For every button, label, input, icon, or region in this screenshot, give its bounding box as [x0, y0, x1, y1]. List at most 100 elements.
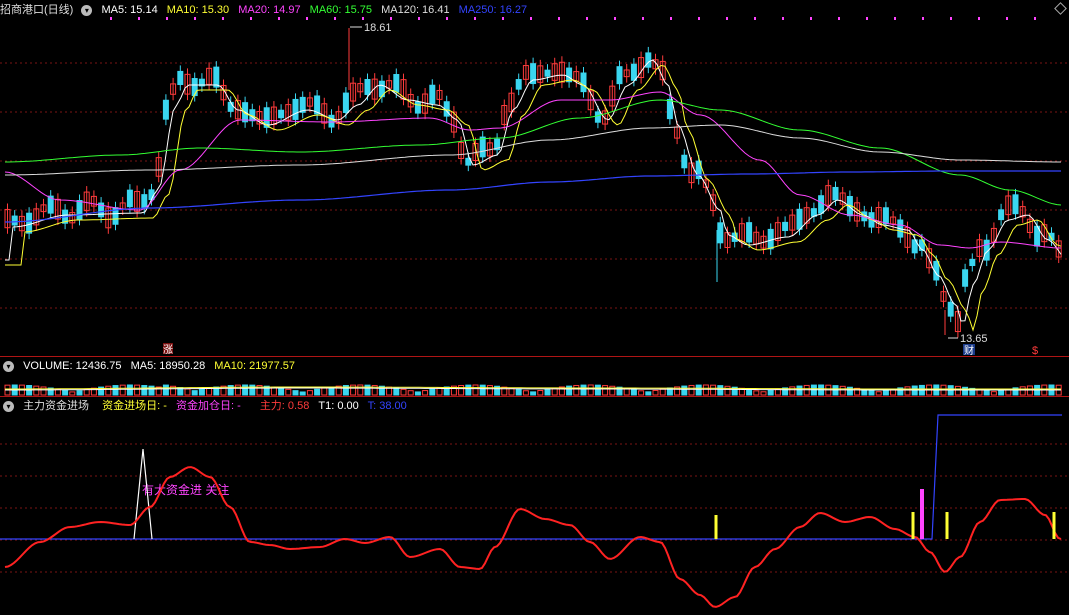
candle-body[interactable]: [594, 111, 601, 123]
candle-body[interactable]: [278, 109, 285, 119]
volume-bar[interactable]: [875, 391, 882, 396]
volume-bar[interactable]: [868, 390, 875, 396]
volume-bar[interactable]: [659, 388, 666, 396]
volume-bar[interactable]: [357, 384, 364, 396]
volume-bar[interactable]: [688, 384, 695, 396]
candle-body[interactable]: [882, 207, 889, 225]
volume-bar[interactable]: [141, 385, 148, 396]
volume-bar[interactable]: [652, 389, 659, 396]
candle-body[interactable]: [796, 208, 803, 230]
volume-bar[interactable]: [472, 384, 479, 396]
volume-bar[interactable]: [148, 385, 155, 396]
volume-bar[interactable]: [990, 391, 997, 396]
volume-bar[interactable]: [126, 384, 133, 396]
volume-bar[interactable]: [486, 385, 493, 396]
candle-body[interactable]: [544, 69, 551, 77]
volume-bar[interactable]: [602, 385, 609, 396]
volume-bar[interactable]: [638, 390, 645, 396]
volume-bar[interactable]: [134, 384, 141, 396]
candle-body[interactable]: [141, 194, 148, 209]
candle-body[interactable]: [342, 92, 349, 113]
volume-panel[interactable]: ▾ VOLUME: 12436.75 MA5: 18950.28 MA10: 2…: [0, 357, 1069, 396]
volume-bar[interactable]: [105, 385, 112, 396]
volume-bar[interactable]: [746, 389, 753, 396]
candle-body[interactable]: [292, 98, 299, 120]
volume-bar[interactable]: [436, 387, 443, 396]
candle-body[interactable]: [515, 79, 522, 90]
candle-body[interactable]: [616, 66, 623, 85]
candle-body[interactable]: [962, 269, 969, 287]
volume-bar[interactable]: [760, 391, 767, 396]
volume-bar[interactable]: [458, 384, 465, 396]
candle-body[interactable]: [191, 78, 198, 97]
volume-bar[interactable]: [710, 384, 717, 396]
volume-bar[interactable]: [998, 389, 1005, 396]
candle-body[interactable]: [767, 228, 774, 250]
volume-bar[interactable]: [321, 387, 328, 396]
volume-bar[interactable]: [465, 384, 472, 396]
cai-marker[interactable]: 财: [964, 344, 974, 356]
volume-bar[interactable]: [594, 384, 601, 396]
volume-bar[interactable]: [702, 384, 709, 396]
volume-bar[interactable]: [537, 390, 544, 396]
volume-bar[interactable]: [422, 390, 429, 396]
candle-body[interactable]: [126, 189, 133, 208]
volume-bar[interactable]: [414, 391, 421, 396]
candle-body[interactable]: [177, 70, 184, 86]
zhang-marker[interactable]: 涨: [163, 344, 173, 356]
volume-bar[interactable]: [1019, 386, 1026, 396]
candle-body[interactable]: [479, 136, 486, 158]
volume-bar[interactable]: [407, 390, 414, 396]
volume-bar[interactable]: [983, 390, 990, 396]
volume-bar[interactable]: [83, 388, 90, 396]
volume-bar[interactable]: [753, 390, 760, 396]
candle-body[interactable]: [76, 200, 83, 220]
volume-bar[interactable]: [580, 384, 587, 396]
volume-bar[interactable]: [645, 391, 652, 396]
volume-bar[interactable]: [119, 384, 126, 396]
volume-bar[interactable]: [306, 390, 313, 396]
indicator-panel[interactable]: ▾ 主力资金进场 资金进场日: - 资金加仓日: - 主力: 0.58 T1: …: [0, 397, 1069, 615]
candle-body[interactable]: [630, 63, 637, 81]
candle-body[interactable]: [414, 101, 421, 114]
volume-bar[interactable]: [717, 385, 724, 396]
volume-bar[interactable]: [479, 384, 486, 396]
volume-bar[interactable]: [299, 391, 306, 396]
dollar-marker[interactable]: $: [1032, 345, 1038, 356]
volume-bar[interactable]: [69, 391, 76, 396]
volume-bar[interactable]: [112, 385, 119, 396]
price-panel[interactable]: 招商港口(日线) ▾ MA5: 15.14 MA10: 15.30 MA20: …: [0, 0, 1069, 356]
volume-bar[interactable]: [292, 390, 299, 396]
volume-bar[interactable]: [681, 385, 688, 396]
volume-bar[interactable]: [530, 391, 537, 396]
volume-bar[interactable]: [184, 388, 191, 396]
volume-bar[interactable]: [400, 388, 407, 396]
candle-body[interactable]: [947, 301, 954, 317]
volume-bar[interactable]: [796, 385, 803, 396]
candle-body[interactable]: [832, 186, 839, 201]
volume-bar[interactable]: [587, 384, 594, 396]
candle-body[interactable]: [162, 99, 169, 120]
volume-bar[interactable]: [724, 385, 731, 396]
candle-body[interactable]: [26, 212, 33, 234]
candle-body[interactable]: [227, 101, 234, 112]
candle-body[interactable]: [1012, 194, 1019, 215]
volume-bar[interactable]: [882, 389, 889, 396]
volume-chart[interactable]: [0, 357, 1069, 396]
candle-body[interactable]: [717, 222, 724, 244]
candle-body[interactable]: [213, 66, 220, 88]
volume-bar[interactable]: [522, 390, 529, 396]
volume-bar[interactable]: [429, 388, 436, 396]
candle-body[interactable]: [782, 221, 789, 232]
candle-body[interactable]: [998, 209, 1005, 221]
candle-body[interactable]: [364, 79, 371, 95]
volume-bar[interactable]: [191, 390, 198, 396]
indicator-chart[interactable]: 有大资金进 关注: [0, 397, 1069, 615]
volume-bar[interactable]: [962, 386, 969, 396]
volume-bar[interactable]: [76, 390, 83, 396]
volume-bar[interactable]: [393, 387, 400, 396]
candle-body[interactable]: [746, 222, 753, 243]
candle-body[interactable]: [530, 63, 537, 85]
candle-body[interactable]: [666, 98, 673, 120]
volume-bar[interactable]: [278, 387, 285, 396]
